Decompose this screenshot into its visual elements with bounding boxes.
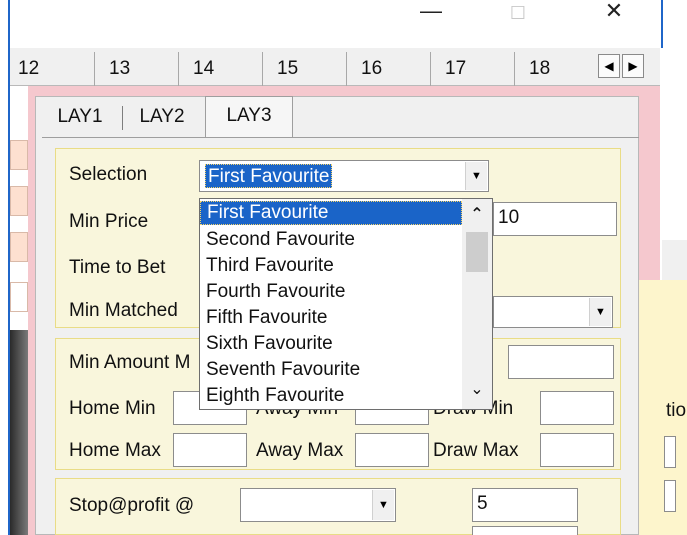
selection-combo[interactable]: First Favourite ▼ (199, 160, 489, 192)
time-to-bet-label: Time to Bet (69, 257, 166, 278)
draw-max-field[interactable] (540, 433, 614, 467)
list-item[interactable]: Fourth Favourite (200, 279, 462, 305)
chevron-down-icon[interactable]: ▼ (589, 298, 611, 326)
away-max-label: Away Max (256, 440, 344, 461)
window-border (661, 0, 663, 48)
tab-17[interactable]: 17 (430, 52, 514, 86)
tab-content-border (42, 137, 639, 138)
maximize-icon[interactable]: ☐ (506, 0, 530, 28)
left-panel-dark (10, 330, 28, 535)
tab-lay2[interactable]: LAY2 (126, 100, 198, 134)
min-amount-label: Min Amount M (69, 352, 191, 373)
away-max-field[interactable] (355, 433, 429, 467)
chevron-down-icon[interactable]: ▼ (465, 162, 487, 190)
tab-divider (122, 106, 123, 130)
tab-lay3[interactable]: LAY3 (205, 96, 293, 138)
tab-scroll-right-icon[interactable]: ▶ (622, 54, 644, 78)
tab-13[interactable]: 13 (94, 52, 178, 86)
close-icon[interactable]: ✕ (598, 0, 630, 26)
right-field[interactable] (664, 436, 676, 468)
min-amount-field[interactable] (508, 345, 614, 379)
scrollbar-thumb[interactable] (466, 232, 488, 272)
list-item[interactable]: Eighth Favourite (200, 383, 462, 409)
list-item[interactable]: Fifth Favourite (200, 305, 462, 331)
right-label-fragment: tio (666, 400, 687, 421)
list-item[interactable]: Third Favourite (200, 253, 462, 279)
min-matched-combo[interactable]: ▼ (493, 296, 613, 328)
left-field[interactable] (10, 232, 28, 262)
stop-profit-combo[interactable]: ▼ (240, 488, 396, 522)
tab-scroll-left-icon[interactable]: ◀ (598, 54, 620, 78)
chevron-up-icon[interactable]: ⌃ (462, 203, 492, 227)
left-field[interactable] (10, 186, 28, 216)
home-max-field[interactable] (173, 433, 247, 467)
tab-18[interactable]: 18 (514, 52, 588, 86)
tab-lay1[interactable]: LAY1 (44, 100, 116, 134)
left-field[interactable] (10, 140, 28, 170)
selection-label: Selection (69, 164, 148, 185)
tab-15[interactable]: 15 (262, 52, 346, 86)
tab-12[interactable]: 12 (10, 52, 94, 86)
list-item[interactable]: Seventh Favourite (200, 357, 462, 383)
list-item[interactable]: Second Favourite (200, 227, 462, 253)
tab-14[interactable]: 14 (178, 52, 262, 86)
min-price-field[interactable]: 10 (493, 202, 617, 236)
list-item[interactable]: First Favourite (200, 201, 462, 225)
title-bar: — ☐ ✕ (10, 0, 661, 40)
left-field[interactable] (10, 282, 28, 312)
home-min-label: Home Min (69, 398, 156, 419)
minimize-icon[interactable]: — (413, 0, 449, 26)
draw-max-label: Draw Max (433, 440, 519, 461)
draw-min-field[interactable] (540, 391, 614, 425)
home-max-label: Home Max (69, 440, 161, 461)
right-field[interactable] (664, 480, 676, 512)
min-matched-label: Min Matched (69, 300, 178, 321)
chevron-down-icon[interactable]: ⌄ (462, 381, 492, 405)
min-price-label: Min Price (69, 211, 149, 232)
selection-dropdown-list[interactable]: First Favourite Second Favourite Third F… (199, 198, 493, 410)
list-item[interactable]: Sixth Favourite (200, 331, 462, 357)
stop-profit-field[interactable]: 5 (472, 488, 578, 522)
stop-profit-label: Stop@profit @ (69, 495, 195, 516)
chevron-down-icon[interactable]: ▼ (372, 490, 394, 520)
selection-value: First Favourite (205, 164, 333, 188)
dropdown-scrollbar[interactable]: ⌃ ⌄ (462, 199, 492, 409)
tab-16[interactable]: 16 (346, 52, 430, 86)
numbered-tab-strip: 12 13 14 15 16 17 18 ◀ ▶ (10, 48, 660, 86)
next-field[interactable] (472, 526, 578, 535)
